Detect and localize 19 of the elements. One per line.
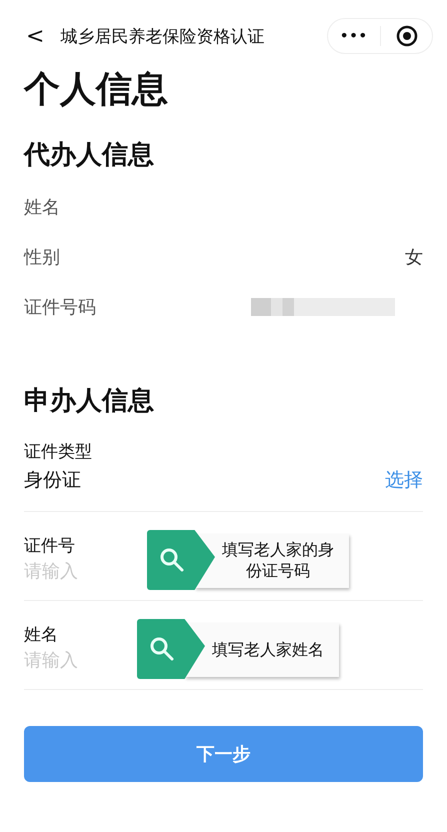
page-title: 个人信息	[24, 72, 169, 108]
field-label: 证件号	[24, 535, 75, 557]
target-icon[interactable]	[396, 25, 418, 47]
field-label: 性别	[24, 246, 60, 269]
callout-note: 填写老人家姓名	[185, 623, 339, 677]
search-icon	[159, 547, 185, 573]
nav-title: 城乡居民养老保险资格认证	[60, 26, 266, 48]
more-button[interactable]: •••	[328, 28, 380, 44]
search-icon	[149, 636, 175, 662]
field-value: 身份证	[24, 468, 81, 493]
back-button[interactable]: <	[16, 24, 54, 48]
section-heading: 代办人信息	[24, 142, 155, 168]
field-label: 证件号码	[24, 296, 96, 319]
field-value: 女	[405, 246, 423, 269]
field-label: 姓名	[24, 196, 60, 219]
field-label: 证件类型	[24, 441, 92, 463]
field-label: 姓名	[24, 624, 58, 646]
section-heading: 申办人信息	[24, 388, 155, 414]
callout-note: 填写老人家的身份证号码	[195, 534, 349, 588]
